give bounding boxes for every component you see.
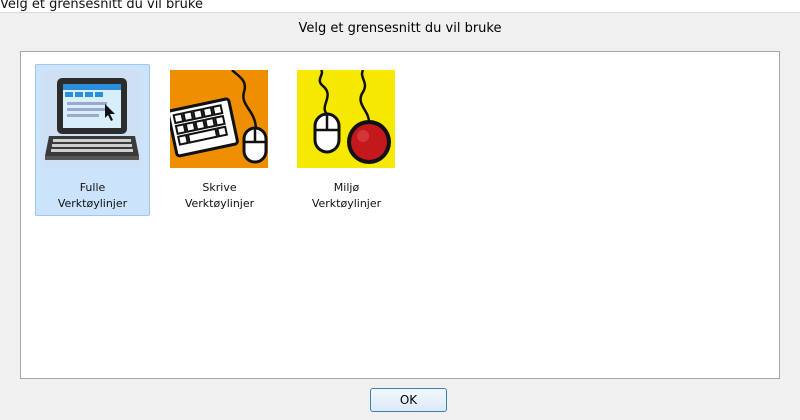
interface-options-panel: Fulle Verktøylinjer Skrive Verktøylinjer…: [20, 51, 780, 379]
option-label: Skrive Verktøylinjer: [163, 180, 276, 212]
option-label-line1: Fulle: [79, 181, 106, 194]
keyboard-mouse-icon: [166, 69, 268, 168]
option-full-toolbars[interactable]: Fulle Verktøylinjer: [35, 64, 150, 216]
option-writing-toolbars[interactable]: Skrive Verktøylinjer: [162, 64, 277, 216]
option-label-line2: Verktøylinjer: [311, 197, 382, 210]
mouse-switch-icon: [297, 69, 395, 168]
option-label-line1: Skrive: [202, 181, 237, 194]
option-label-line1: Miljø: [333, 181, 360, 194]
ok-button[interactable]: OK: [370, 388, 447, 412]
option-label-line2: Verktøylinjer: [57, 197, 128, 210]
option-label-line2: Verktøylinjer: [184, 197, 255, 210]
interface-selection-dialog: Velg et grensesnitt du vil bruke Fulle V…: [0, 12, 800, 420]
background-text-fragment: Velg et grensesnitt du vil bruke: [0, 0, 203, 12]
option-label: Miljø Verktøylinjer: [290, 180, 403, 212]
laptop-icon: [43, 70, 141, 168]
dialog-title: Velg et grensesnitt du vil bruke: [298, 21, 502, 36]
option-label: Fulle Verktøylinjer: [36, 180, 149, 212]
option-environment-toolbars[interactable]: Miljø Verktøylinjer: [289, 64, 404, 216]
